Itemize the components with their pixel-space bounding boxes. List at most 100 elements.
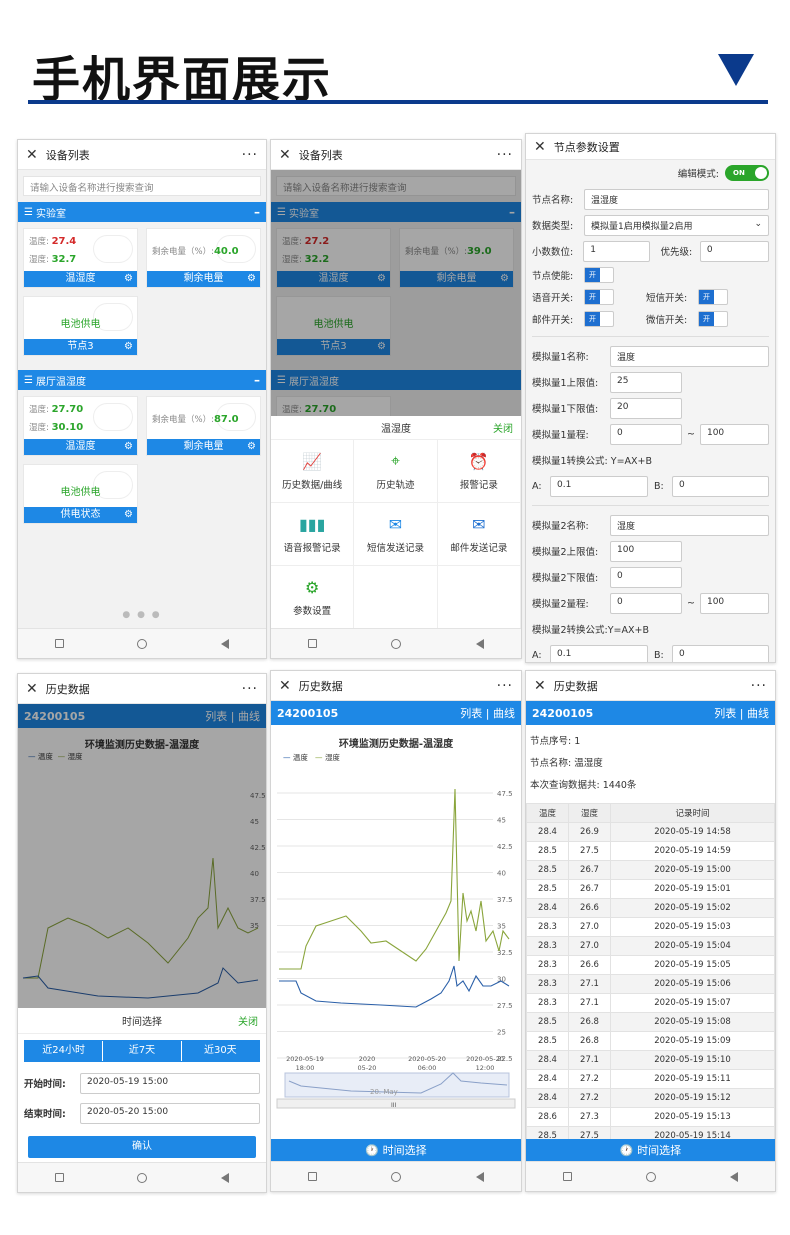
time-select-button[interactable]: 🕐 时间选择	[271, 1139, 521, 1163]
a2-a-input[interactable]: 0.1	[550, 644, 648, 662]
sms-toggle[interactable]: 开	[698, 289, 728, 305]
group-header[interactable]: ☰ 展厅温湿度 –	[18, 370, 266, 390]
card-button[interactable]: 节点3 ⚙	[24, 339, 137, 355]
close-icon[interactable]: ✕	[26, 147, 38, 163]
table-row[interactable]: 28.3 27.0 2020-05-19 15:04	[526, 936, 775, 956]
close-icon[interactable]: ✕	[534, 139, 546, 155]
home-icon[interactable]	[646, 1171, 656, 1182]
search-input[interactable]: 请输入设备名称进行搜索查询	[23, 176, 261, 196]
a2-low-input[interactable]: 0	[610, 566, 682, 588]
gear-icon[interactable]: ⚙	[124, 271, 133, 287]
recent-apps-icon[interactable]	[308, 1172, 318, 1181]
group-header[interactable]: ☰ 实验室 –	[18, 202, 266, 222]
close-button[interactable]: 关闭	[493, 420, 513, 435]
a2-range-min-input[interactable]: 0	[610, 592, 682, 614]
gear-icon[interactable]: ⚙	[247, 271, 256, 287]
card-button[interactable]: 温湿度 ⚙	[24, 271, 137, 287]
tab-curve[interactable]: 曲线	[747, 707, 769, 720]
priority-input[interactable]: 0	[699, 240, 770, 262]
more-icon[interactable]: ···	[497, 147, 513, 163]
table-row[interactable]: 28.5 26.8 2020-05-19 15:08	[526, 1012, 775, 1032]
start-time-input[interactable]: 2020-05-19 15:00	[80, 1072, 260, 1094]
gear-icon[interactable]: ⚙	[247, 439, 256, 455]
table-row[interactable]: 28.6 27.3 2020-05-19 15:13	[526, 1107, 775, 1127]
more-icon[interactable]: ···	[751, 678, 767, 694]
table-row[interactable]: 28.5 26.7 2020-05-19 15:00	[526, 860, 775, 880]
edit-mode-switch[interactable]: ON	[725, 165, 769, 181]
table-row[interactable]: 28.5 26.7 2020-05-19 15:01	[526, 879, 775, 899]
collapse-icon[interactable]: –	[254, 205, 260, 219]
a2-range-max-input[interactable]: 100	[699, 592, 769, 614]
table-row[interactable]: 28.4 27.1 2020-05-19 15:10	[526, 1050, 775, 1070]
back-icon[interactable]	[730, 1171, 738, 1182]
enable-toggle[interactable]: 开	[584, 267, 614, 283]
range-30d[interactable]: 近30天	[181, 1041, 259, 1061]
a1-name-input[interactable]: 温度	[610, 345, 769, 367]
home-icon[interactable]	[137, 1172, 148, 1183]
time-select-button[interactable]: 🕐 时间选择	[526, 1139, 775, 1163]
collapse-icon[interactable]: –	[254, 373, 260, 387]
table-row[interactable]: 28.3 27.1 2020-05-19 15:06	[526, 974, 775, 994]
home-icon[interactable]	[391, 1171, 402, 1182]
scrollbar-thumb[interactable]: III	[391, 1102, 397, 1109]
table-row[interactable]: 28.3 27.0 2020-05-19 15:03	[526, 917, 775, 937]
voice-toggle[interactable]: 开	[584, 289, 614, 305]
table-row[interactable]: 28.3 26.6 2020-05-19 15:05	[526, 955, 775, 975]
a1-a-input[interactable]: 0.1	[550, 475, 648, 497]
table-row[interactable]: 28.5 26.8 2020-05-19 15:09	[526, 1031, 775, 1051]
recent-apps-icon[interactable]	[308, 639, 318, 648]
range-7d[interactable]: 近7天	[103, 1041, 182, 1061]
a2-b-input[interactable]: 0	[672, 644, 769, 662]
mail-toggle[interactable]: 开	[584, 311, 614, 327]
action-param-settings[interactable]: ⚙ 参数设置	[271, 566, 355, 629]
a2-up-input[interactable]: 100	[610, 540, 682, 562]
tab-list[interactable]: 列表	[714, 707, 736, 720]
card-battery[interactable]: 剩余电量（%）:40.0 剩余电量 ⚙	[146, 228, 261, 288]
close-icon[interactable]: ✕	[26, 681, 38, 697]
close-icon[interactable]: ✕	[279, 678, 291, 694]
a1-range-max-input[interactable]: 100	[699, 423, 769, 445]
action-mail-record[interactable]: ✉ 邮件发送记录	[437, 503, 521, 566]
card-button[interactable]: 温湿度 ⚙	[24, 439, 137, 455]
recent-apps-icon[interactable]	[563, 1172, 572, 1181]
more-icon[interactable]: ···	[242, 681, 258, 697]
close-icon[interactable]: ✕	[279, 147, 291, 163]
table-row[interactable]: 28.4 26.6 2020-05-19 15:02	[526, 898, 775, 918]
gear-icon[interactable]: ⚙	[124, 439, 133, 455]
recent-apps-icon[interactable]	[54, 1173, 64, 1182]
card-power[interactable]: 电池供电 供电状态 ⚙	[23, 464, 138, 524]
card-button[interactable]: 供电状态 ⚙	[24, 507, 137, 523]
close-button[interactable]: 关闭	[238, 1013, 258, 1028]
card-temp-hum[interactable]: 温度: 27.70 湿度: 30.10 温湿度 ⚙	[23, 396, 138, 456]
table-row[interactable]: 28.3 27.1 2020-05-19 15:07	[526, 993, 775, 1013]
end-time-input[interactable]: 2020-05-20 15:00	[80, 1102, 260, 1124]
action-history-curve[interactable]: 📈 历史数据/曲线	[271, 440, 355, 503]
card-button[interactable]: 剩余电量 ⚙	[147, 439, 260, 455]
back-icon[interactable]	[221, 638, 230, 649]
card-power[interactable]: 电池供电 节点3 ⚙	[23, 296, 138, 356]
data-type-select[interactable]: 模拟量1启用模拟量2启用 ⌄	[584, 214, 769, 236]
gear-icon[interactable]: ⚙	[124, 339, 133, 355]
a1-b-input[interactable]: 0	[672, 475, 769, 497]
confirm-button[interactable]: 确认	[28, 1136, 256, 1158]
table-row[interactable]: 28.4 27.2 2020-05-19 15:12	[526, 1088, 775, 1108]
more-icon[interactable]: ···	[242, 147, 258, 163]
action-voice-record[interactable]: ▮▮▮ 语音报警记录	[271, 503, 355, 566]
decimal-input[interactable]: 1	[583, 240, 651, 262]
action-sms-record[interactable]: ✉ 短信发送记录	[354, 503, 438, 566]
a2-name-input[interactable]: 湿度	[610, 514, 769, 536]
table-row[interactable]: 28.4 26.9 2020-05-19 14:58	[526, 822, 775, 842]
wechat-toggle[interactable]: 开	[698, 311, 728, 327]
back-icon[interactable]	[475, 638, 484, 649]
action-alarm-record[interactable]: ⏰ 报警记录	[437, 440, 521, 503]
recent-apps-icon[interactable]	[54, 639, 64, 648]
table-row[interactable]: 28.5 27.5 2020-05-19 14:59	[526, 841, 775, 861]
card-battery[interactable]: 剩余电量（%）:87.0 剩余电量 ⚙	[146, 396, 261, 456]
card-button[interactable]: 剩余电量 ⚙	[147, 271, 260, 287]
more-icon[interactable]: ···	[497, 678, 513, 694]
a1-low-input[interactable]: 20	[610, 397, 682, 419]
tab-list[interactable]: 列表	[460, 707, 482, 720]
home-icon[interactable]	[391, 638, 402, 649]
a1-up-input[interactable]: 25	[610, 371, 682, 393]
range-24h[interactable]: 近24小时	[25, 1041, 104, 1061]
